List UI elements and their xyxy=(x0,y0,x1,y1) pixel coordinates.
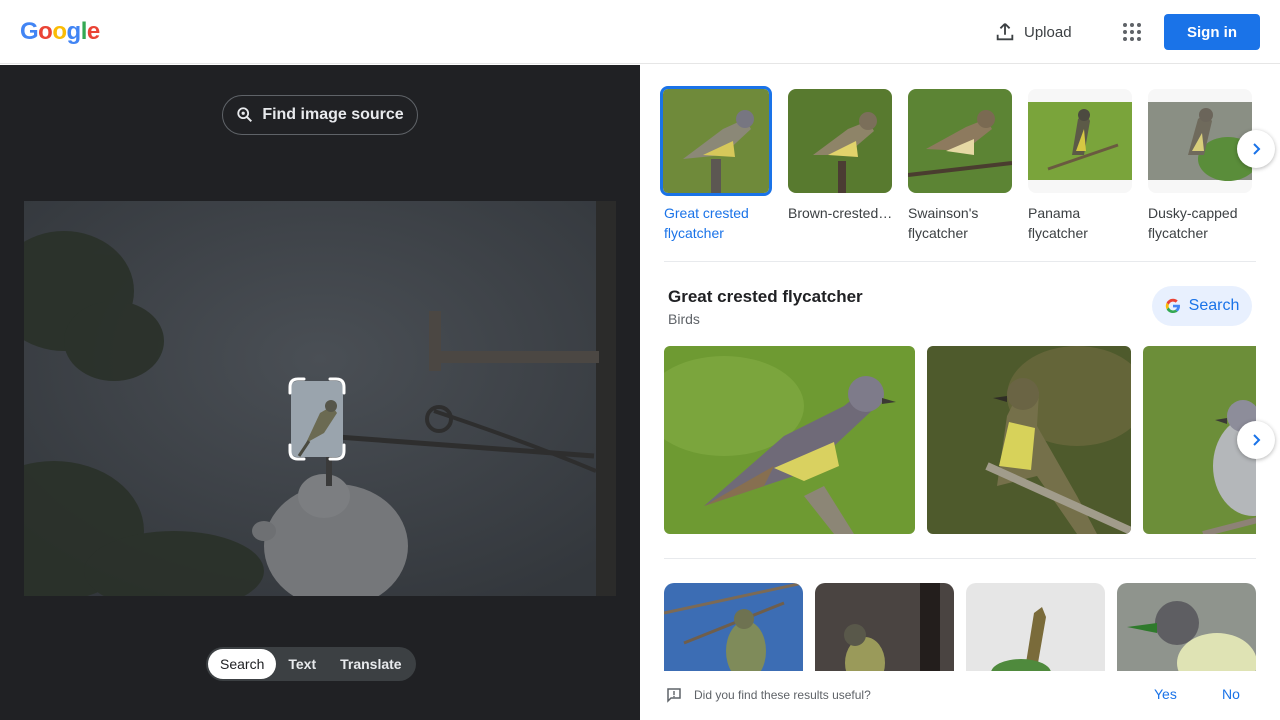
visual-match-item[interactable]: Panama flycatcher xyxy=(1028,89,1136,243)
tab-search[interactable]: Search xyxy=(208,649,277,679)
visual-match-item[interactable]: Great crested flycatcher xyxy=(660,86,772,243)
feedback-no-button[interactable]: No xyxy=(1222,686,1240,702)
visual-match-thumbnail xyxy=(1148,89,1252,193)
feedback-yes-button[interactable]: Yes xyxy=(1154,686,1177,702)
gallery-next-button[interactable] xyxy=(1237,421,1275,459)
apps-grid-icon xyxy=(1123,23,1141,41)
gallery-image[interactable] xyxy=(927,346,1131,534)
entity-image-gallery xyxy=(664,346,1256,534)
gallery-image[interactable] xyxy=(664,346,915,534)
results-pane: Great crested flycatcher Brown-crested… xyxy=(640,65,1280,720)
upload-button[interactable]: Upload xyxy=(988,16,1082,48)
google-g-icon xyxy=(1165,298,1180,313)
logo-letter: o xyxy=(52,18,67,45)
carousel-next-button[interactable] xyxy=(1237,130,1275,168)
lens-search-icon xyxy=(237,107,253,123)
visual-match-label: Brown-crested… xyxy=(788,205,893,221)
find-image-source-label: Find image source xyxy=(262,106,404,123)
related-image[interactable] xyxy=(815,583,954,683)
related-image[interactable] xyxy=(664,583,803,683)
logo-letter: e xyxy=(86,18,100,45)
feedback-icon xyxy=(667,688,681,703)
logo-letter: g xyxy=(66,18,82,45)
visual-match-item[interactable]: Swainson's flycatcher xyxy=(908,89,1016,243)
visual-match-item[interactable]: Dusky-capped flycatcher xyxy=(1148,89,1256,243)
logo-letter: G xyxy=(20,18,39,45)
section-divider xyxy=(664,558,1256,559)
visual-match-label: Great crested flycatcher xyxy=(664,205,749,241)
visual-matches-carousel: Great crested flycatcher Brown-crested… xyxy=(660,86,1256,249)
visual-match-thumbnail xyxy=(660,86,772,196)
google-logo[interactable]: Google xyxy=(20,18,100,46)
related-image[interactable] xyxy=(966,583,1105,683)
feedback-question: Did you find these results useful? xyxy=(694,688,871,702)
feedback-bar: Did you find these results useful? Yes N… xyxy=(640,671,1280,720)
entity-search-button[interactable]: Search xyxy=(1152,286,1252,326)
query-photo xyxy=(24,201,616,596)
apps-button[interactable] xyxy=(1116,16,1148,48)
tab-text[interactable]: Text xyxy=(276,649,328,679)
sign-in-button[interactable]: Sign in xyxy=(1164,14,1260,50)
logo-letter: o xyxy=(38,18,53,45)
visual-match-thumbnail xyxy=(908,89,1012,193)
visual-match-label: Dusky-capped flycatcher xyxy=(1148,205,1238,241)
visual-match-thumbnail xyxy=(1028,89,1132,193)
related-images-grid xyxy=(664,583,1256,683)
query-image-pane: Find image source Search Text Translate xyxy=(0,65,640,720)
top-bar: Google Upload Sign in xyxy=(0,0,1280,64)
entity-search-label: Search xyxy=(1188,297,1240,314)
visual-match-label: Swainson's flycatcher xyxy=(908,205,979,241)
find-image-source-button[interactable]: Find image source xyxy=(222,95,418,135)
section-divider xyxy=(664,261,1256,262)
related-image[interactable] xyxy=(1117,583,1256,683)
chevron-right-icon xyxy=(1253,434,1261,446)
visual-match-thumbnail xyxy=(788,89,892,193)
entity-title[interactable]: Great crested flycatcher xyxy=(668,287,863,307)
visual-match-item[interactable]: Brown-crested… xyxy=(788,89,896,223)
entity-subtitle: Birds xyxy=(668,311,700,327)
upload-label: Upload xyxy=(1024,23,1072,41)
mode-tab-bar: Search Text Translate xyxy=(206,647,416,681)
chevron-right-icon xyxy=(1253,143,1261,155)
upload-icon xyxy=(996,23,1014,41)
visual-match-label: Panama flycatcher xyxy=(1028,205,1088,241)
tab-translate[interactable]: Translate xyxy=(328,649,413,679)
